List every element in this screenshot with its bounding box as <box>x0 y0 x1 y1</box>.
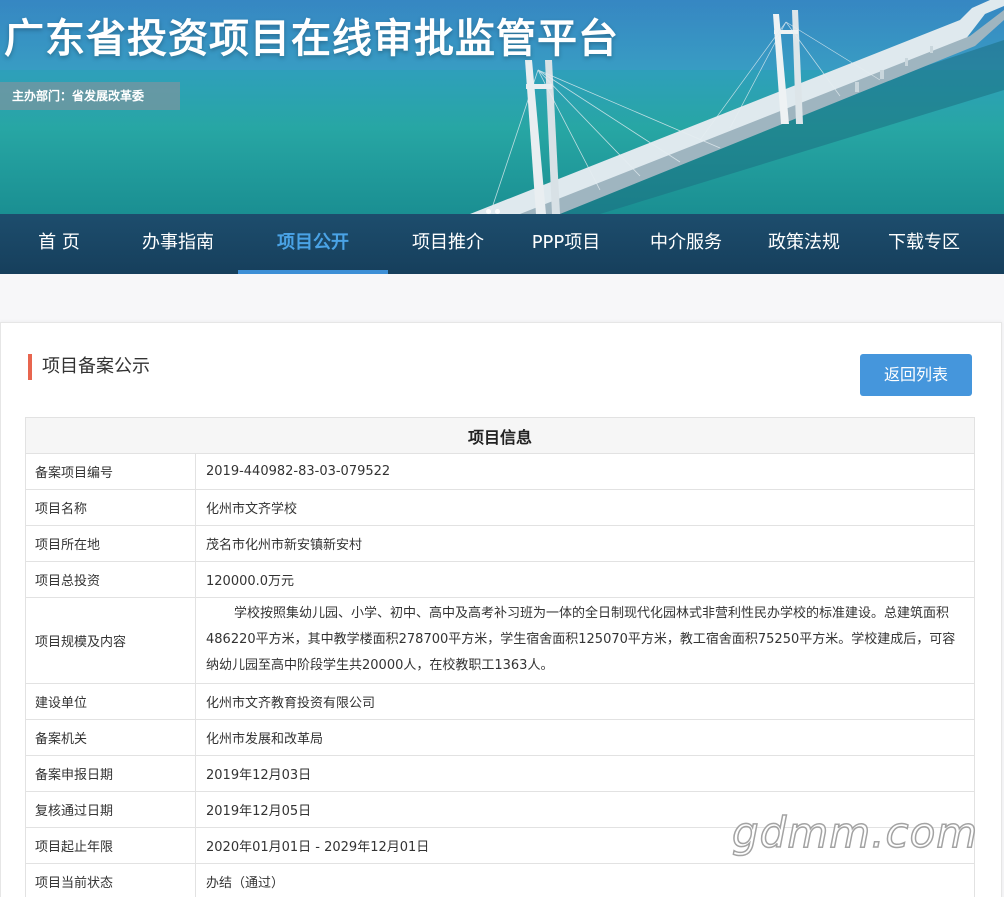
header-banner: 广东省投资项目在线审批监管平台 主办部门：省发展改革委 <box>0 0 1004 214</box>
row-value: 学校按照集幼儿园、小学、初中、高中及高考补习班为一体的全日制现代化园林式非营利性… <box>195 597 975 684</box>
table-row: 建设单位 化州市文齐教育投资有限公司 <box>25 683 975 720</box>
table-row: 项目所在地 茂名市化州市新安镇新安村 <box>25 525 975 562</box>
row-label: 项目当前状态 <box>25 863 196 897</box>
nav-agency-service[interactable]: 中介服务 <box>636 214 736 274</box>
back-to-list-button[interactable]: 返回列表 <box>860 354 972 396</box>
table-row: 备案项目编号 2019-440982-83-03-079522 <box>25 453 975 490</box>
row-label: 复核通过日期 <box>25 791 196 828</box>
nav-guide[interactable]: 办事指南 <box>128 214 228 274</box>
nav-policy[interactable]: 政策法规 <box>754 214 854 274</box>
nav-ppp[interactable]: PPP项目 <box>518 214 614 274</box>
row-label: 备案项目编号 <box>25 453 196 490</box>
row-value: 120000.0万元 <box>195 561 975 598</box>
nav-project-promotion[interactable]: 项目推介 <box>398 214 498 274</box>
row-value: 办结（通过） <box>195 863 975 897</box>
nav-home[interactable]: 首 页 <box>18 214 100 274</box>
table-row: 备案机关 化州市发展和改革局 <box>25 719 975 756</box>
table-row: 项目规模及内容 学校按照集幼儿园、小学、初中、高中及高考补习班为一体的全日制现代… <box>25 597 975 684</box>
row-value: 化州市发展和改革局 <box>195 719 975 756</box>
site-title: 广东省投资项目在线审批监管平台 <box>4 16 619 62</box>
nav-download[interactable]: 下载专区 <box>874 214 974 274</box>
row-value: 化州市文齐教育投资有限公司 <box>195 683 975 720</box>
row-value: 2019-440982-83-03-079522 <box>195 453 975 490</box>
row-value: 化州市文齐学校 <box>195 489 975 526</box>
table-heading: 项目信息 <box>25 417 975 454</box>
row-label: 项目所在地 <box>25 525 196 562</box>
sponsor-label: 主办部门：省发展改革委 <box>0 82 180 110</box>
row-value: 茂名市化州市新安镇新安村 <box>195 525 975 562</box>
table-row: 备案申报日期 2019年12月03日 <box>25 755 975 792</box>
table-row: 项目当前状态 办结（通过） <box>25 863 975 897</box>
row-value: 2019年12月03日 <box>195 755 975 792</box>
row-label: 项目总投资 <box>25 561 196 598</box>
row-label: 建设单位 <box>25 683 196 720</box>
table-row: 项目名称 化州市文齐学校 <box>25 489 975 526</box>
row-label: 项目名称 <box>25 489 196 526</box>
nav-project-public[interactable]: 项目公开 <box>238 214 388 274</box>
row-label: 项目规模及内容 <box>25 597 196 684</box>
main-nav: 首 页 办事指南 项目公开 项目推介 PPP项目 中介服务 政策法规 下载专区 <box>0 214 1004 274</box>
table-row: 项目总投资 120000.0万元 <box>25 561 975 598</box>
section-title: 项目备案公示 <box>28 354 150 380</box>
row-label: 项目起止年限 <box>25 827 196 864</box>
row-label: 备案机关 <box>25 719 196 756</box>
row-label: 备案申报日期 <box>25 755 196 792</box>
watermark: gdmm.com <box>731 807 979 858</box>
